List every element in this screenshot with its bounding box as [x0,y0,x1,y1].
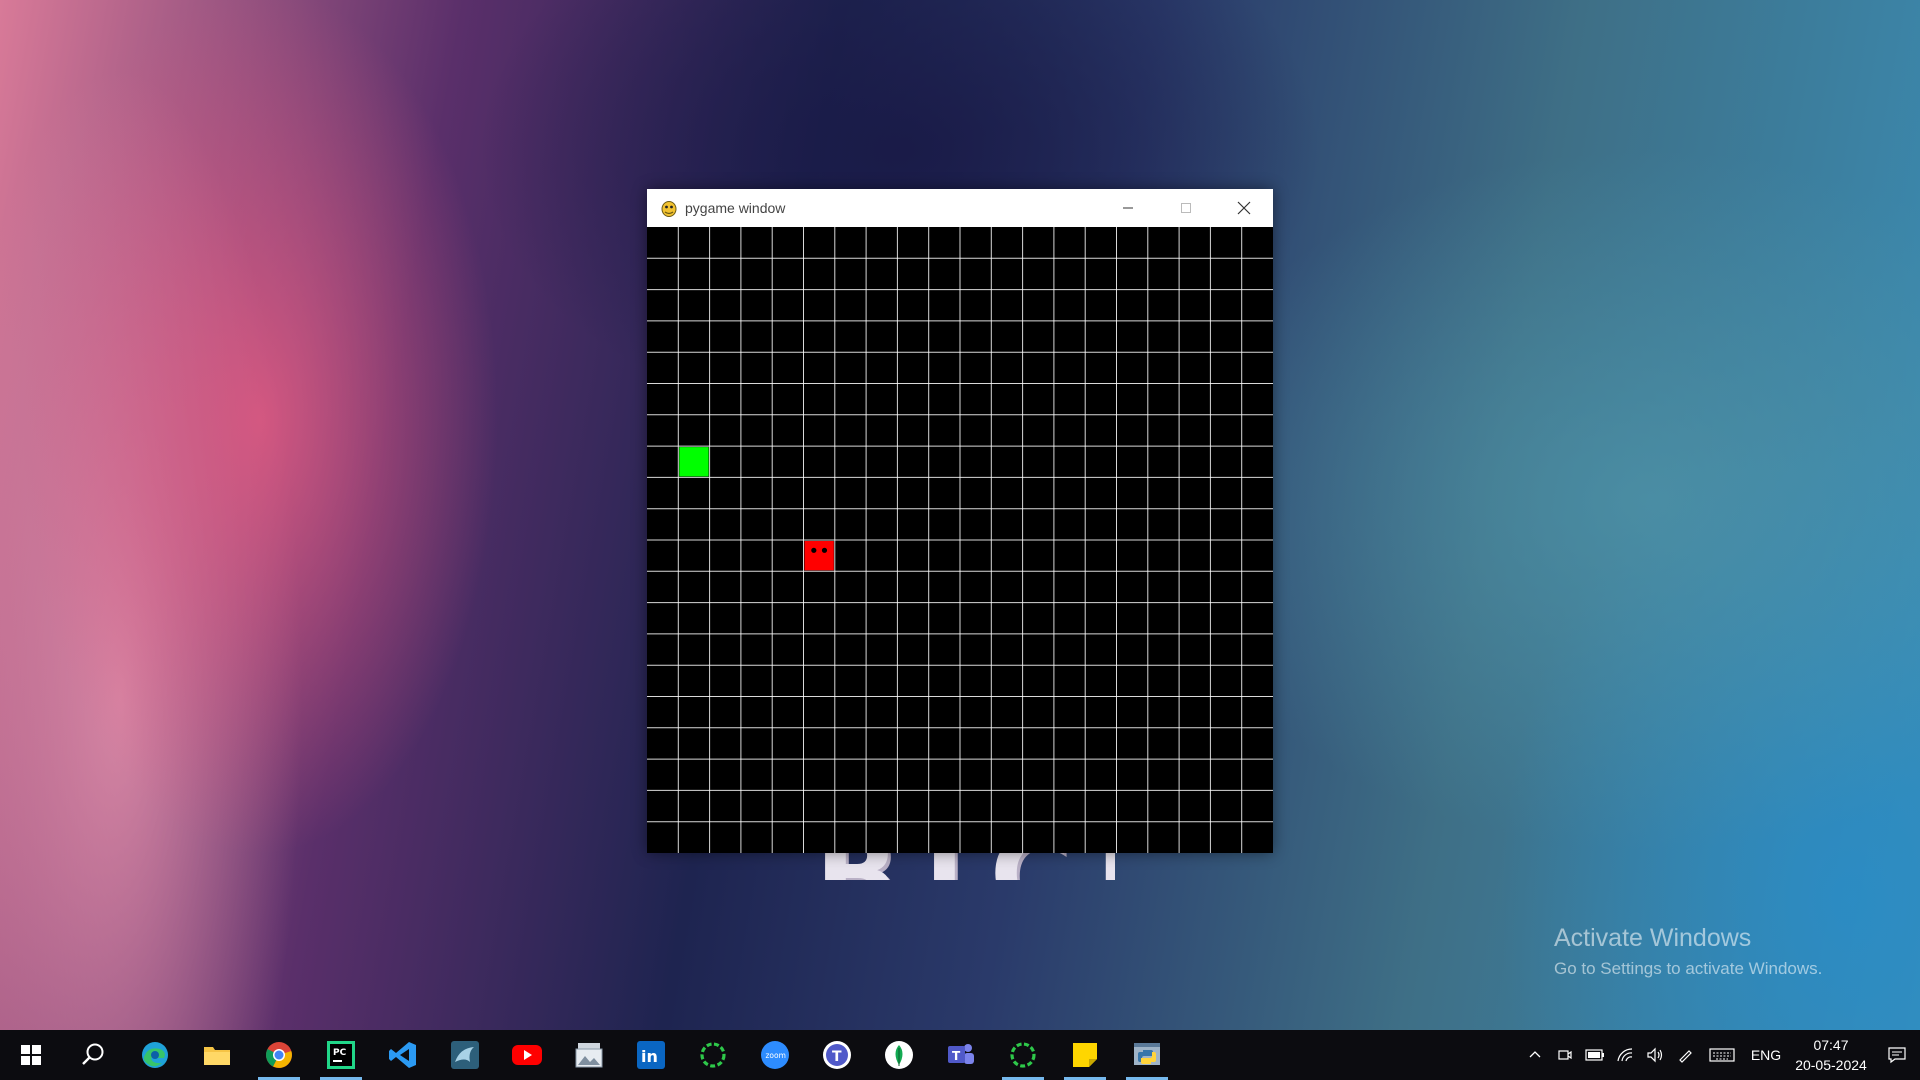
taskbar-loader-app-2-button[interactable] [992,1030,1054,1080]
maximize-icon [1181,203,1191,213]
snake-segment [679,447,709,477]
youtube-icon [512,1045,542,1065]
touch-keyboard-button[interactable] [1700,1030,1744,1080]
food-eye-right [821,547,828,553]
photos-icon [575,1043,603,1068]
zoom-icon: zoom [761,1041,789,1069]
taskbar-zoom-button[interactable]: zoom [744,1030,806,1080]
maximize-button[interactable] [1157,189,1215,227]
pycharm-icon: PC [327,1041,355,1069]
language-label: ENG [1750,1047,1782,1063]
taskbar-apps: PC in zoom T T [0,1030,1178,1080]
leaf-icon [885,1041,913,1069]
taskbar-photos-button[interactable] [558,1030,620,1080]
system-tray: ENG 07:47 20-05-2024 [1520,1030,1920,1080]
close-icon [1237,201,1251,215]
taskbar-teams-classic-button[interactable]: T [806,1030,868,1080]
search-icon [82,1043,104,1065]
edge-icon [142,1042,168,1068]
taskbar-sticky-notes-button[interactable] [1054,1030,1116,1080]
svg-text:T: T [832,1049,842,1065]
activate-subtitle: Go to Settings to activate Windows. [1554,959,1823,978]
linkedin-icon: in [637,1041,665,1069]
folder-icon [204,1047,230,1065]
activate-windows-watermark: Activate Windows Go to Settings to activ… [1554,924,1822,979]
wifi-icon [1617,1048,1633,1062]
speaker-icon [1647,1047,1663,1063]
close-button[interactable] [1215,189,1273,227]
notification-icon [1888,1047,1906,1064]
input-language-button[interactable]: ENG [1744,1030,1788,1080]
game-canvas[interactable] [647,227,1273,853]
pen-button[interactable] [1670,1030,1700,1080]
taskbar: PC in zoom T T ENG 07:47 20-05-2024 [0,1030,1920,1080]
minimize-button[interactable] [1099,189,1157,227]
python-icon [1134,1043,1160,1065]
taskbar-chrome-button[interactable] [248,1030,310,1080]
clock-time: 07:47 [1813,1037,1849,1053]
taskbar-mongodb-compass-button[interactable] [868,1030,930,1080]
sticky-notes-icon [1073,1043,1097,1067]
volume-button[interactable] [1640,1030,1670,1080]
game-grid [647,227,1273,853]
battery-icon [1585,1049,1604,1061]
dolphin-icon [451,1041,479,1069]
food-eye-left [811,547,817,553]
show-hidden-icons-button[interactable] [1520,1030,1550,1080]
chrome-icon [266,1042,292,1068]
svg-text:zoom: zoom [766,1051,786,1060]
ring-icon [700,1042,726,1068]
svg-text:in: in [641,1047,658,1066]
battery-button[interactable] [1580,1030,1610,1080]
svg-text:PC: PC [333,1048,347,1058]
ring-icon [1010,1042,1036,1068]
pygame-snake-icon [661,201,677,217]
window-titlebar[interactable]: pygame window [647,189,1273,227]
network-button[interactable] [1610,1030,1640,1080]
taskbar-youtube-button[interactable] [496,1030,558,1080]
notifications-button[interactable] [1874,1030,1920,1080]
taskbar-mysql-workbench-button[interactable] [434,1030,496,1080]
meet-now-button[interactable] [1550,1030,1580,1080]
food-item [804,541,834,571]
vscode-icon [389,1042,416,1068]
taskbar-file-explorer-button[interactable] [186,1030,248,1080]
camera-icon [1558,1050,1572,1060]
taskbar-search-button[interactable] [62,1030,124,1080]
teams-icon: T [948,1044,974,1064]
activate-title: Activate Windows [1554,924,1752,952]
chevron-up-icon [1529,1051,1541,1058]
window-title: pygame window [685,200,786,216]
taskbar-edge-button[interactable] [124,1030,186,1080]
svg-text:T: T [952,1049,961,1063]
minimize-icon [1123,207,1133,209]
pygame-window[interactable]: pygame window [647,189,1273,853]
taskbar-pycharm-button[interactable]: PC [310,1030,372,1080]
clock-date: 20-05-2024 [1795,1057,1867,1073]
taskbar-python-pygame-button[interactable] [1116,1030,1178,1080]
clock-button[interactable]: 07:47 20-05-2024 [1788,1035,1874,1075]
taskbar-linkedin-button[interactable]: in [620,1030,682,1080]
taskbar-teams-button[interactable]: T [930,1030,992,1080]
taskbar-start-button[interactable] [0,1030,62,1080]
teams-round-icon: T [823,1041,851,1069]
pen-icon [1679,1050,1692,1063]
keyboard-icon [1709,1048,1735,1062]
taskbar-vscode-button[interactable] [372,1030,434,1080]
taskbar-loader-app-button[interactable] [682,1030,744,1080]
windows-icon [21,1045,41,1065]
